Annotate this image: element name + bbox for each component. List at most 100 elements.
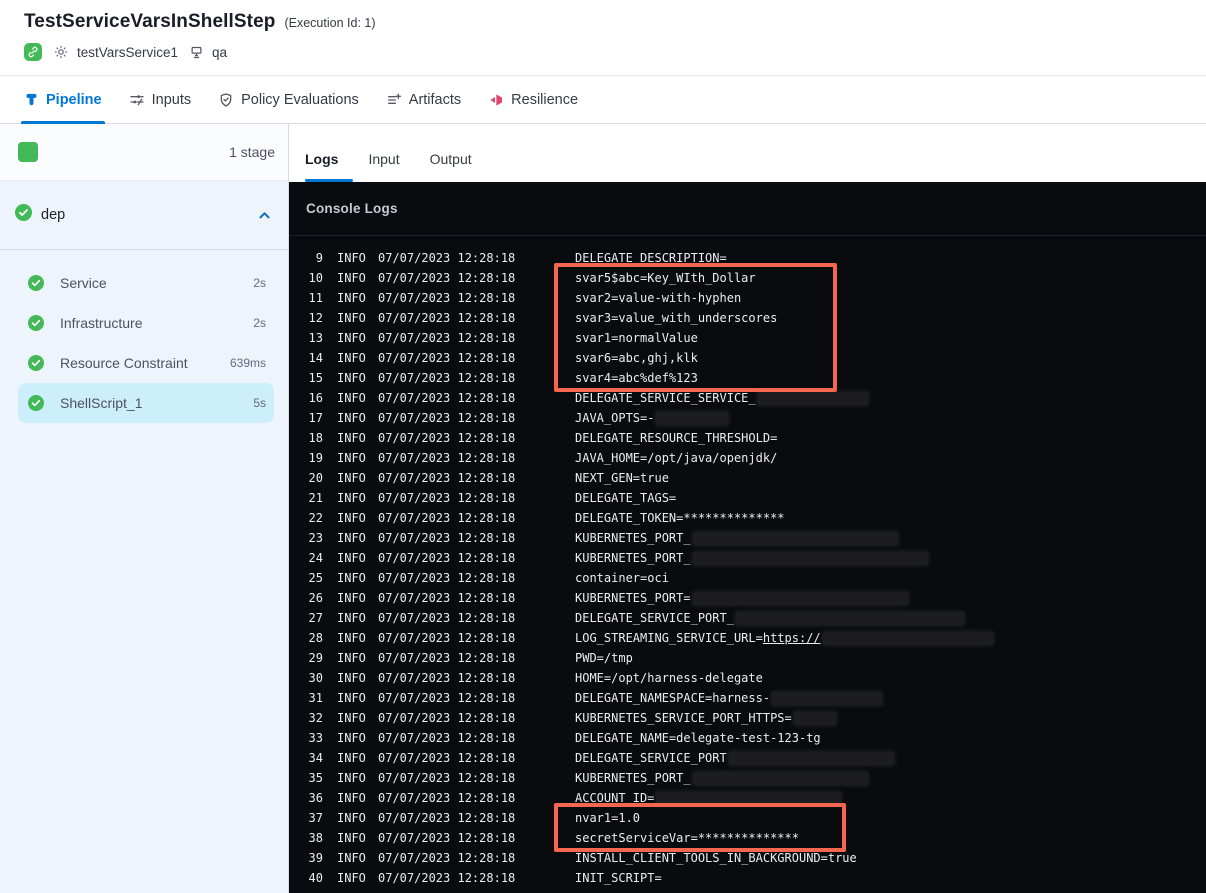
execution-sidebar: 1 stage dep Service 2s Infrastructure 2s Res… xyxy=(0,124,289,893)
log-level: INFO xyxy=(337,291,366,305)
stage-status-square[interactable] xyxy=(18,142,38,162)
main-panel: Logs Input Output Console Logs 9 INFO 07/07/… xyxy=(289,124,1206,893)
line-number: 35 xyxy=(308,771,323,785)
redacted-text xyxy=(735,611,964,625)
pipeline-icon xyxy=(24,92,39,107)
line-number: 10 xyxy=(308,271,323,285)
line-number: 16 xyxy=(308,391,323,405)
redacted-text xyxy=(793,711,836,725)
line-number: 17 xyxy=(308,411,323,425)
app: TestServiceVarsInShellStep (Execution Id… xyxy=(0,0,1206,893)
log-line: 23 INFO 07/07/2023 12:28:18 KUBERNETES_PORT… xyxy=(305,528,1206,548)
log-message: DELEGATE_NAMESPACE=harness- xyxy=(575,691,883,705)
log-timestamp: 07/07/2023 12:28:18 xyxy=(378,671,516,685)
log-line: 24 INFO 07/07/2023 12:28:18 KUBERNETES_PORT… xyxy=(305,548,1206,568)
check-circle-icon xyxy=(28,355,44,371)
tab-resilience[interactable]: Resilience xyxy=(488,76,578,123)
log-tab-output[interactable]: Output xyxy=(430,151,472,182)
content: 1 stage dep Service 2s Infrastructure 2s Res… xyxy=(0,124,1206,893)
step-label: ShellScript_1 xyxy=(60,395,143,411)
resilience-icon xyxy=(488,92,504,108)
line-number: 38 xyxy=(308,831,323,845)
line-number: 11 xyxy=(308,291,323,305)
step-group-dep[interactable]: dep xyxy=(0,181,288,250)
line-number: 21 xyxy=(308,491,323,505)
line-number: 20 xyxy=(308,471,323,485)
log-timestamp: 07/07/2023 12:28:18 xyxy=(378,771,516,785)
tab-label: Policy Evaluations xyxy=(241,91,359,108)
policy-evaluations-icon xyxy=(218,92,234,108)
log-line: 28 INFO 07/07/2023 12:28:18 LOG_STREAMING_S… xyxy=(305,628,1206,648)
log-level: INFO xyxy=(337,571,366,585)
tab-policy-evaluations[interactable]: Policy Evaluations xyxy=(218,76,359,123)
log-level: INFO xyxy=(337,551,366,565)
gear-icon xyxy=(53,44,69,60)
step-infrastructure[interactable]: Infrastructure 2s xyxy=(18,303,274,343)
environment-icon xyxy=(189,45,204,60)
line-number: 25 xyxy=(308,571,323,585)
log-timestamp: 07/07/2023 12:28:18 xyxy=(378,831,516,845)
tab-artifacts[interactable]: Artifacts xyxy=(386,76,461,123)
step-label: Service xyxy=(60,275,107,291)
log-level: INFO xyxy=(337,511,366,525)
log-line: 38 INFO 07/07/2023 12:28:18 secretServiceVa… xyxy=(305,828,1206,848)
log-line: 26 INFO 07/07/2023 12:28:18 KUBERNETES_PORT… xyxy=(305,588,1206,608)
execution-id: (Execution Id: 1) xyxy=(284,16,376,30)
log-line: 30 INFO 07/07/2023 12:28:18 HOME=/opt/harne… xyxy=(305,668,1206,688)
title-row: TestServiceVarsInShellStep (Execution Id… xyxy=(24,11,1206,33)
tab-inputs[interactable]: Inputs xyxy=(129,76,191,123)
console-header: Console Logs xyxy=(289,182,1206,236)
log-level: INFO xyxy=(337,851,366,865)
log-line: 9 INFO 07/07/2023 12:28:18 DELEGATE_DESCRIP… xyxy=(305,248,1206,268)
tab-label: Artifacts xyxy=(408,91,462,108)
log-level: INFO xyxy=(337,451,366,465)
log-level: INFO xyxy=(337,331,366,345)
log-tab-logs[interactable]: Logs xyxy=(305,151,355,182)
log-timestamp: 07/07/2023 12:28:18 xyxy=(378,731,516,745)
service-name: testVarsService1 xyxy=(77,44,179,60)
step-resource-constraint[interactable]: Resource Constraint 639ms xyxy=(18,343,274,383)
log-timestamp: 07/07/2023 12:28:18 xyxy=(378,411,516,425)
redacted-text xyxy=(757,391,868,405)
log-timestamp: 07/07/2023 12:28:18 xyxy=(378,851,516,865)
log-line: 39 INFO 07/07/2023 12:28:18 INSTALL_CLIENT_… xyxy=(305,848,1206,868)
log-level: INFO xyxy=(337,431,366,445)
log-message: INIT_SCRIPT= xyxy=(575,871,662,885)
log-line: 37 INFO 07/07/2023 12:28:18 nvar1=1.0 xyxy=(305,808,1206,828)
check-circle-icon xyxy=(28,315,44,331)
chevron-up-icon[interactable] xyxy=(257,208,272,223)
log-line: 21 INFO 07/07/2023 12:28:18 DELEGATE_TAGS= xyxy=(305,488,1206,508)
log-line: 11 INFO 07/07/2023 12:28:18 svar2=value-wit… xyxy=(305,288,1206,308)
line-number: 36 xyxy=(308,791,323,805)
line-number: 22 xyxy=(308,511,323,525)
tab-pipeline[interactable]: Pipeline xyxy=(21,76,105,124)
redacted-text xyxy=(772,691,883,705)
stage-count-label: 1 stage xyxy=(229,144,275,160)
log-timestamp: 07/07/2023 12:28:18 xyxy=(378,631,516,645)
log-line: 12 INFO 07/07/2023 12:28:18 svar3=value_wit… xyxy=(305,308,1206,328)
redacted-text xyxy=(656,411,729,425)
log-message: DELEGATE_NAME=delegate-test-123-tg xyxy=(575,731,821,745)
log-level: INFO xyxy=(337,791,366,805)
log-message: KUBERNETES_SERVICE_PORT_HTTPS= xyxy=(575,711,836,725)
log-line: 35 INFO 07/07/2023 12:28:18 KUBERNETES_PORT… xyxy=(305,768,1206,788)
step-duration: 2s xyxy=(253,276,266,290)
log-level: INFO xyxy=(337,871,366,885)
step-service[interactable]: Service 2s xyxy=(18,263,274,303)
log-tab-input[interactable]: Input xyxy=(368,151,399,182)
line-number: 29 xyxy=(308,651,323,665)
artifacts-icon xyxy=(386,92,402,108)
log-timestamp: 07/07/2023 12:28:18 xyxy=(378,351,516,365)
log-timestamp: 07/07/2023 12:28:18 xyxy=(378,511,516,525)
log-line: 14 INFO 07/07/2023 12:28:18 svar6=abc,ghj,k… xyxy=(305,348,1206,368)
log-line: 40 INFO 07/07/2023 12:28:18 INIT_SCRIPT= xyxy=(305,868,1206,888)
redacted-text xyxy=(692,771,868,785)
log-level: INFO xyxy=(337,371,366,385)
log-message: DELEGATE_DESCRIPTION= xyxy=(575,251,727,265)
log-link[interactable]: https:// xyxy=(763,631,821,645)
log-timestamp: 07/07/2023 12:28:18 xyxy=(378,551,516,565)
log-level: INFO xyxy=(337,411,366,425)
log-timestamp: 07/07/2023 12:28:18 xyxy=(378,591,516,605)
log-level: INFO xyxy=(337,831,366,845)
step-shellscript-1[interactable]: ShellScript_1 5s xyxy=(18,383,274,423)
